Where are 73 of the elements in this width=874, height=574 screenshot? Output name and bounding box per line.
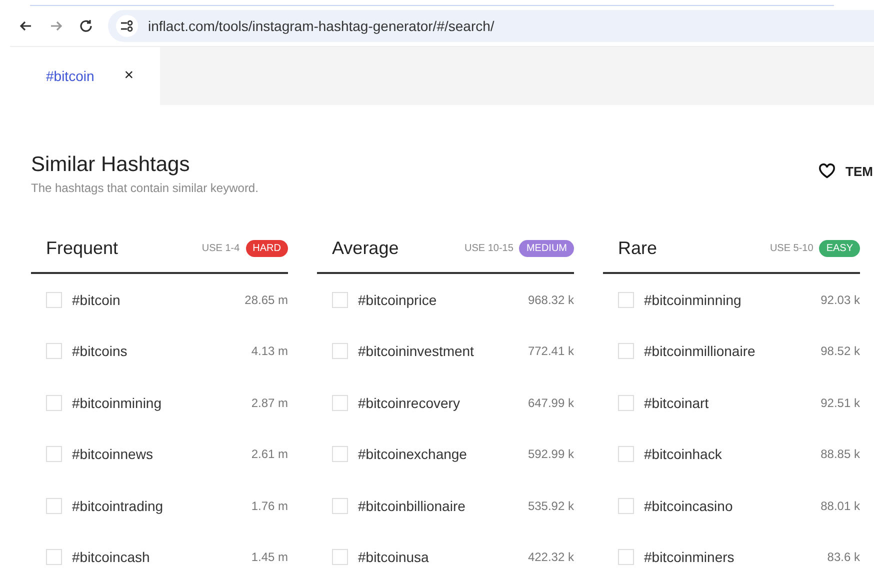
section-subtitle: The hashtags that contain similar keyword.	[31, 181, 258, 195]
post-count: 772.41 k	[528, 344, 574, 358]
column-title: Average	[332, 238, 400, 259]
difficulty-badge: HARD	[246, 240, 288, 257]
hashtag: #bitcointrading	[72, 498, 164, 514]
hashtag: #bitcoininvestment	[358, 343, 475, 360]
hashtag: #bitcoincash	[72, 549, 151, 566]
post-count: 92.03 k	[820, 292, 860, 307]
post-count: 968.32 k	[528, 292, 574, 307]
post-count: 1.45 m	[251, 550, 288, 564]
hashtag: #bitcoinusa	[358, 549, 430, 566]
save-button[interactable]: TEM	[818, 153, 873, 181]
checkbox[interactable]	[618, 292, 634, 308]
post-count: 98.52 k	[820, 344, 860, 358]
checkbox[interactable]	[332, 343, 348, 360]
checkbox[interactable]	[46, 292, 62, 308]
checkbox[interactable]	[332, 292, 348, 308]
hashtag: #bitcoinexchange	[358, 446, 468, 462]
url-text: inflact.com/tools/instagram-hashtag-generator/#/search/	[148, 18, 494, 34]
post-count: 88.85 k	[820, 447, 860, 462]
hashtag: #bitcoin	[72, 292, 122, 308]
checkbox[interactable]	[46, 498, 62, 514]
section-title: Similar Hashtags	[31, 153, 191, 177]
checkbox[interactable]	[618, 343, 634, 360]
usage-hint: USE 1-4	[202, 243, 240, 254]
checkbox[interactable]	[46, 343, 62, 360]
hashtag: #bitcoinrecovery	[358, 394, 461, 411]
usage-hint: USE 10-15	[464, 243, 514, 254]
checkbox[interactable]	[332, 446, 348, 462]
checkbox[interactable]	[46, 394, 62, 411]
post-count: 4.13 m	[251, 344, 288, 358]
site-settings-icon[interactable]	[116, 15, 138, 37]
checkbox[interactable]	[46, 549, 62, 566]
post-count: 28.65 m	[244, 292, 288, 307]
post-count: 647.99 k	[528, 396, 574, 410]
checkbox[interactable]	[332, 549, 348, 566]
post-count: 2.61 m	[251, 447, 288, 462]
post-count: 535.92 k	[528, 498, 574, 513]
checkbox[interactable]	[332, 394, 348, 411]
post-count: 92.51 k	[820, 396, 860, 410]
checkbox[interactable]	[618, 498, 634, 514]
hashtag: #bitcoinart	[644, 394, 710, 411]
post-count: 422.32 k	[528, 550, 574, 564]
checkbox[interactable]	[46, 446, 62, 462]
post-count: 1.76 m	[251, 498, 288, 513]
hashtag: #bitcoinmillionaire	[644, 343, 756, 360]
hashtag: #bitcoinminning	[644, 292, 742, 308]
heart-icon	[818, 163, 836, 179]
close-button[interactable]: ×	[124, 67, 134, 85]
hashtag: #bitcoinnews	[72, 446, 154, 462]
hashtag: #bitcoinprice	[358, 292, 438, 308]
post-count: 88.01 k	[820, 498, 860, 513]
hashtag: #bitcoins	[72, 343, 128, 360]
difficulty-badge: MEDIUM	[519, 240, 574, 257]
checkbox[interactable]	[618, 549, 634, 566]
column-title: Rare	[618, 238, 658, 259]
hashtag: #bitcoinmining	[72, 394, 162, 411]
checkbox[interactable]	[618, 394, 634, 411]
hashtag: #bitcoinhack	[644, 446, 723, 462]
post-count: 592.99 k	[528, 447, 574, 462]
tab-label: #bitcoin	[46, 68, 94, 84]
hashtag: #bitcoinminers	[644, 549, 736, 566]
difficulty-badge: EASY	[819, 240, 860, 257]
post-count: 83.6 k	[827, 550, 860, 564]
hashtag: #bitcoinbillionaire	[358, 498, 466, 514]
address-bar[interactable]: inflact.com/tools/instagram-hashtag-generator/#/search/	[108, 10, 874, 42]
reload-icon[interactable]	[78, 18, 94, 34]
usage-hint: USE 5-10	[770, 243, 814, 254]
checkbox[interactable]	[618, 446, 634, 462]
checkbox[interactable]	[332, 498, 348, 514]
post-count: 2.87 m	[251, 396, 288, 410]
hashtag: #bitcoincasino	[644, 498, 734, 514]
column-title: Frequent	[46, 238, 120, 259]
